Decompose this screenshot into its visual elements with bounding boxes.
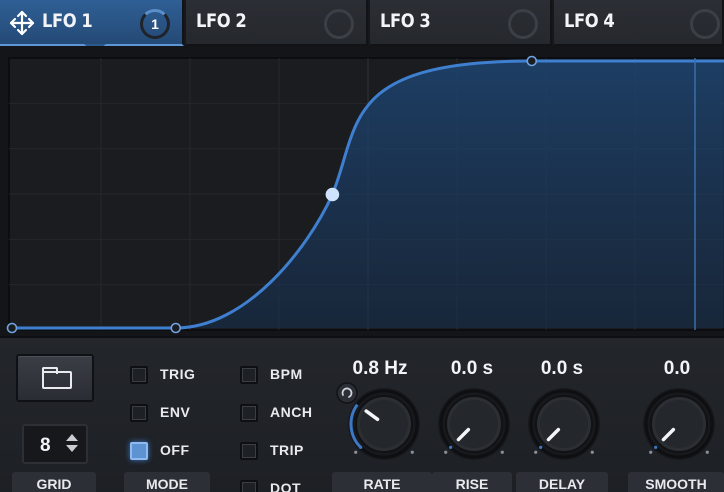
option-label: TRIP <box>270 442 304 458</box>
up-down-arrows-icon[interactable] <box>66 434 78 454</box>
option-label: OFF <box>160 442 190 458</box>
knob-min-marker <box>539 445 543 449</box>
delay-label: DELAY <box>516 472 608 492</box>
tab-label: LFO 1 <box>42 10 93 32</box>
lfo-tab-bar: LFO 1 1 LFO 2 LFO 3 LFO 4 <box>0 0 724 53</box>
modulation-count: 1 <box>151 16 159 32</box>
knob-range-dot <box>705 450 709 454</box>
knob-range-dot <box>354 450 358 454</box>
smooth-label: SMOOTH <box>628 472 724 492</box>
mode-label: MODE <box>124 472 210 492</box>
lfo-graph-canvas[interactable] <box>0 46 724 336</box>
tab-lfo-3[interactable]: LFO 3 <box>370 0 552 46</box>
knob-cap <box>540 400 588 448</box>
knob-range-dot <box>649 450 653 454</box>
knob-range-dot <box>534 450 538 454</box>
smooth-knob-group: 0.0 <box>630 338 724 492</box>
checkbox[interactable] <box>240 442 258 460</box>
checkbox[interactable] <box>240 480 258 492</box>
curve-point-handle[interactable] <box>170 322 182 334</box>
option-label: ENV <box>160 404 191 420</box>
rate-value: 0.8 Hz <box>352 358 408 379</box>
curve-midpoint-handle[interactable] <box>325 187 340 202</box>
four-arrows-move-icon[interactable] <box>8 9 36 37</box>
delay-knob-group: 0.0 s <box>514 338 610 492</box>
folder-icon <box>42 367 72 389</box>
knob-min-marker <box>359 445 363 449</box>
knob-min-marker <box>449 445 453 449</box>
knob-range-dot <box>590 450 594 454</box>
option-label: DOT <box>270 480 302 492</box>
option-label: ANCH <box>270 404 313 420</box>
lfo-controls-panel: 8 GRID TRIG ENV OFF MODE BPM ANCH TRIP D… <box>0 336 724 492</box>
tab-lfo-4[interactable]: LFO 4 <box>554 0 724 46</box>
knob-range-dot <box>444 450 448 454</box>
curve-point-handle[interactable] <box>6 322 18 334</box>
checkbox-checked[interactable] <box>130 442 148 460</box>
grid-value: 8 <box>40 435 51 456</box>
option-label: TRIG <box>160 366 196 382</box>
link-icon[interactable] <box>336 382 358 404</box>
knob-min-marker <box>654 445 658 449</box>
preset-browser-button[interactable] <box>16 354 94 402</box>
tab-lfo-2[interactable]: LFO 2 <box>186 0 368 46</box>
knob-range-dot <box>410 450 414 454</box>
rise-value: 0.0 s <box>450 358 494 379</box>
checkbox[interactable] <box>240 404 258 422</box>
rise-knob-group: 0.0 s <box>424 338 520 492</box>
rise-knob[interactable] <box>424 382 520 472</box>
checkbox[interactable] <box>240 366 258 384</box>
rise-label: RISE <box>432 472 512 492</box>
knob-cap <box>655 400 703 448</box>
tab-mod-count-ring[interactable]: 1 <box>140 9 170 39</box>
tab-label: LFO 3 <box>380 10 431 32</box>
tab-label: LFO 4 <box>564 10 615 32</box>
knob-cap <box>360 400 408 448</box>
tab-mod-ring[interactable] <box>324 9 354 39</box>
grid-label: GRID <box>12 472 96 492</box>
knob-cap <box>450 400 498 448</box>
curve-point-handle[interactable] <box>526 55 538 67</box>
checkbox[interactable] <box>130 366 148 384</box>
checkbox[interactable] <box>130 404 148 422</box>
knob-range-dot <box>500 450 504 454</box>
smooth-value: 0.0 <box>663 358 691 379</box>
lfo-shape-editor[interactable] <box>0 46 724 336</box>
tab-mod-ring[interactable] <box>508 9 538 39</box>
tab-label: LFO 2 <box>196 10 247 32</box>
tab-mod-ring[interactable] <box>690 9 720 39</box>
rate-label: RATE <box>332 472 432 492</box>
tab-lfo-1[interactable]: LFO 1 1 <box>0 0 184 46</box>
smooth-knob[interactable] <box>630 382 724 472</box>
delay-knob[interactable] <box>514 382 610 472</box>
option-label: BPM <box>270 366 303 382</box>
grid-stepper[interactable]: 8 <box>22 424 88 464</box>
delay-value: 0.0 s <box>540 358 584 379</box>
rate-knob-group: 0.8 Hz <box>332 338 432 492</box>
